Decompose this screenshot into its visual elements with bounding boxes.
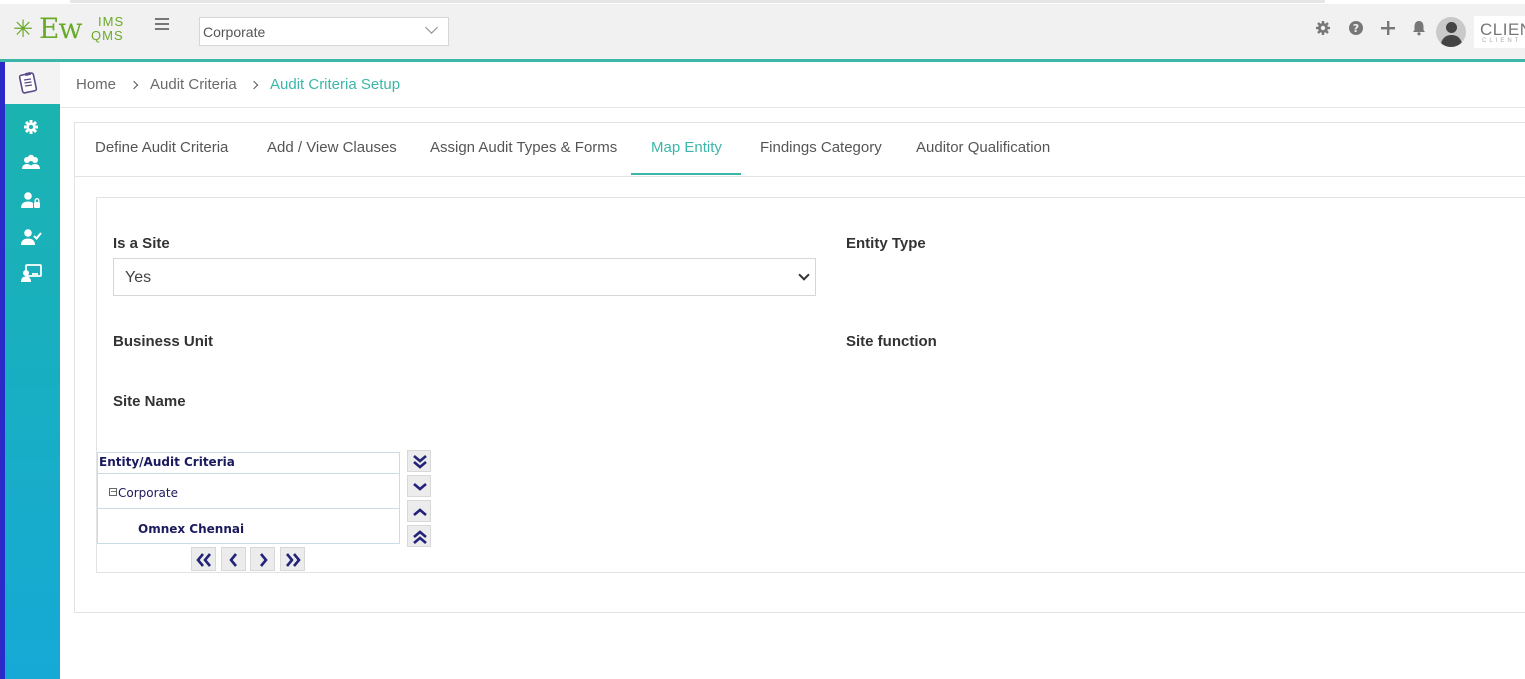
- user-avatar[interactable]: [1436, 17, 1466, 47]
- tree-row-label: Omnex Chennai: [138, 522, 245, 536]
- entity-type-label: Entity Type: [846, 235, 926, 252]
- tab-auditor-qualification[interactable]: Auditor Qualification: [916, 139, 1050, 156]
- chevron-left-icon: [229, 553, 237, 567]
- client-logo-subtext: CLIENT: [1482, 38, 1522, 44]
- breadcrumb-home[interactable]: Home: [76, 76, 116, 93]
- site-name-label: Site Name: [113, 393, 186, 410]
- client-logo: CLIENT CLIENT: [1474, 16, 1525, 48]
- double-chevron-right-icon: [286, 553, 301, 567]
- chevron-down-icon: [413, 483, 427, 491]
- plus-icon[interactable]: [1380, 20, 1396, 36]
- collapse-icon[interactable]: −: [109, 488, 117, 496]
- chevron-down-icon: [425, 21, 438, 34]
- settings-icon[interactable]: [20, 116, 42, 138]
- menu-toggle-icon[interactable]: [155, 18, 169, 32]
- gear-icon[interactable]: [1315, 20, 1331, 36]
- is-a-site-value: Yes: [125, 269, 152, 286]
- map-entity-panel: Is a Site Yes Entity Type Business Unit …: [96, 197, 1525, 573]
- business-unit-label: Business Unit: [113, 333, 214, 350]
- chevron-down-icon: [798, 269, 810, 281]
- double-chevron-left-icon: [196, 553, 211, 567]
- tree-header: Entity/Audit Criteria: [98, 453, 399, 474]
- tree-row-omnex-chennai[interactable]: Omnex Chennai: [98, 509, 399, 543]
- breadcrumb-chevron-icon: [129, 80, 139, 90]
- svg-text:?: ?: [1353, 22, 1359, 35]
- breadcrumb-audit-criteria[interactable]: Audit Criteria: [150, 76, 237, 93]
- move-down-button[interactable]: [407, 475, 431, 497]
- logo-qms-text: QMS: [91, 28, 124, 43]
- next-page-button[interactable]: [250, 547, 275, 571]
- move-up-button[interactable]: [407, 500, 431, 522]
- client-logo-text: CLIENT: [1480, 20, 1525, 39]
- logo-ims-text: IMS: [98, 14, 125, 29]
- first-page-button[interactable]: [191, 547, 216, 571]
- move-bottom-button[interactable]: [407, 450, 431, 472]
- user-check-icon[interactable]: [20, 226, 42, 248]
- main-card: Define Audit Criteria Add / View Clauses…: [74, 122, 1525, 613]
- tree-header-label: Entity/Audit Criteria: [99, 455, 235, 469]
- breadcrumb: Home Audit Criteria Audit Criteria Setup: [60, 62, 1525, 108]
- breadcrumb-chevron-icon: [249, 80, 259, 90]
- user-lock-icon[interactable]: [20, 189, 42, 211]
- sidebar: [0, 62, 60, 679]
- chevron-up-icon: [413, 508, 427, 516]
- clipboard-icon[interactable]: [18, 71, 40, 95]
- tab-define-audit-criteria[interactable]: Define Audit Criteria: [95, 139, 228, 156]
- presentation-icon[interactable]: [20, 262, 42, 284]
- is-a-site-label: Is a Site: [113, 235, 170, 252]
- app-header: ✳ Ew IMS QMS Corporate ? CLIENT CLIENT: [0, 4, 1525, 62]
- tab-bar: Define Audit Criteria Add / View Clauses…: [75, 123, 1525, 177]
- site-function-label: Site function: [846, 333, 937, 350]
- chevron-right-icon: [260, 553, 268, 567]
- sidebar-top: [5, 62, 60, 104]
- logo-main-text: Ew: [39, 12, 82, 45]
- tab-findings-category[interactable]: Findings Category: [760, 139, 882, 156]
- users-group-icon[interactable]: [20, 152, 42, 174]
- bell-icon[interactable]: [1411, 20, 1427, 36]
- organization-select[interactable]: Corporate: [199, 17, 449, 46]
- tab-map-entity[interactable]: Map Entity: [651, 139, 722, 156]
- active-tab-indicator: [631, 173, 741, 175]
- breadcrumb-current: Audit Criteria Setup: [270, 76, 401, 93]
- app-logo[interactable]: ✳ Ew IMS QMS: [13, 12, 125, 50]
- tab-add-view-clauses[interactable]: Add / View Clauses: [267, 139, 397, 156]
- double-chevron-up-icon: [413, 530, 427, 544]
- organization-select-value: Corporate: [203, 24, 266, 40]
- logo-star-icon: ✳: [13, 16, 34, 43]
- tree-row-label: Corporate: [118, 486, 178, 500]
- last-page-button[interactable]: [280, 547, 305, 571]
- is-a-site-select[interactable]: Yes: [113, 258, 816, 296]
- entity-tree-grid: Entity/Audit Criteria − Corporate Omnex …: [97, 452, 400, 544]
- tab-assign-audit-types-forms[interactable]: Assign Audit Types & Forms: [430, 139, 617, 156]
- top-strip-bar: [70, 0, 1325, 3]
- previous-page-button[interactable]: [221, 547, 246, 571]
- double-chevron-down-icon: [413, 455, 427, 469]
- tree-row-corporate[interactable]: − Corporate: [98, 474, 399, 509]
- help-icon[interactable]: ?: [1348, 20, 1364, 36]
- move-top-button[interactable]: [407, 525, 431, 547]
